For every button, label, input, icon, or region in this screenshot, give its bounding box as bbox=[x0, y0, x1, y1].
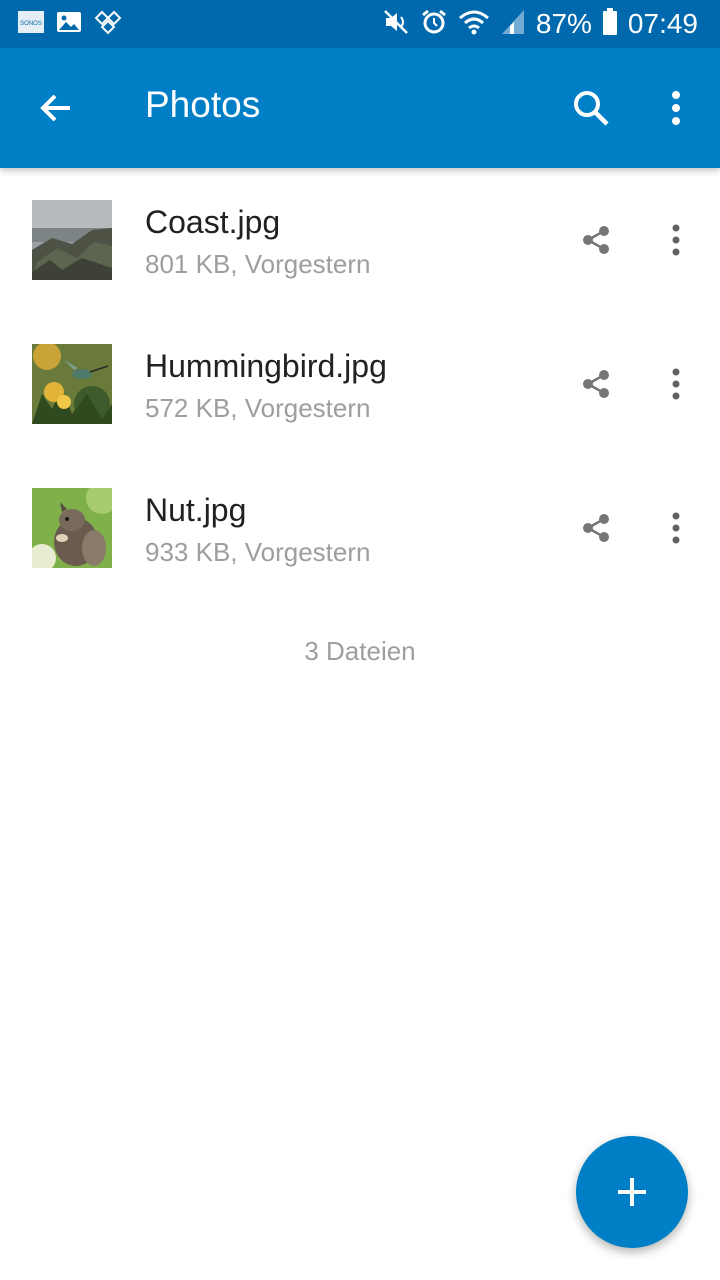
system-icons: 87% 07:49 bbox=[382, 6, 698, 42]
battery-icon bbox=[602, 7, 618, 41]
signal-icon bbox=[500, 8, 526, 41]
list-item[interactable]: Hummingbird.jpg 572 KB, Vorgestern bbox=[0, 312, 720, 456]
file-name: Nut.jpg bbox=[145, 492, 247, 528]
file-list: Coast.jpg 801 KB, Vorgestern Hummingbird… bbox=[0, 168, 720, 600]
add-button[interactable] bbox=[576, 1136, 688, 1248]
share-icon bbox=[583, 226, 609, 254]
file-name: Hummingbird.jpg bbox=[145, 348, 387, 384]
clock: 07:49 bbox=[627, 8, 698, 39]
notification-icons: SONOS bbox=[18, 10, 122, 38]
overflow-menu-button[interactable] bbox=[648, 78, 704, 138]
share-button[interactable] bbox=[568, 500, 624, 556]
wifi-icon bbox=[458, 8, 490, 41]
list-item[interactable]: Coast.jpg 801 KB, Vorgestern bbox=[0, 168, 720, 312]
more-vertical-icon bbox=[672, 368, 680, 400]
arrow-left-icon bbox=[40, 94, 70, 122]
app-bar: Photos bbox=[0, 48, 720, 168]
mute-icon bbox=[382, 8, 410, 41]
share-icon bbox=[583, 370, 609, 398]
share-icon bbox=[583, 514, 609, 542]
battery-percent: 87% bbox=[535, 8, 592, 39]
puzzle-icon bbox=[94, 9, 122, 40]
hummingbird-thumbnail bbox=[32, 344, 112, 424]
item-more-button[interactable] bbox=[648, 212, 704, 268]
more-vertical-icon bbox=[672, 91, 680, 125]
file-meta: 801 KB, Vorgestern bbox=[145, 249, 371, 279]
plus-icon bbox=[618, 1178, 646, 1206]
search-icon bbox=[574, 91, 609, 126]
svg-text:SONOS: SONOS bbox=[20, 21, 42, 27]
status-bar: SONOS 87% 07:49 bbox=[0, 0, 720, 48]
back-button[interactable] bbox=[26, 78, 86, 138]
alarm-icon bbox=[420, 8, 448, 41]
page-title: Photos bbox=[145, 84, 261, 125]
file-meta: 572 KB, Vorgestern bbox=[145, 393, 371, 423]
more-vertical-icon bbox=[672, 512, 680, 544]
file-meta: 933 KB, Vorgestern bbox=[145, 537, 371, 567]
sonos-icon: SONOS bbox=[18, 10, 44, 38]
squirrel-thumbnail bbox=[32, 488, 112, 568]
file-count: 3 Dateien bbox=[304, 636, 416, 666]
more-vertical-icon bbox=[672, 224, 680, 256]
item-more-button[interactable] bbox=[648, 500, 704, 556]
file-name: Coast.jpg bbox=[145, 204, 281, 240]
search-button[interactable] bbox=[560, 78, 622, 138]
coast-thumbnail bbox=[32, 200, 112, 280]
image-icon bbox=[56, 11, 82, 38]
share-button[interactable] bbox=[568, 356, 624, 412]
share-button[interactable] bbox=[568, 212, 624, 268]
item-more-button[interactable] bbox=[648, 356, 704, 412]
list-item[interactable]: Nut.jpg 933 KB, Vorgestern bbox=[0, 456, 720, 600]
